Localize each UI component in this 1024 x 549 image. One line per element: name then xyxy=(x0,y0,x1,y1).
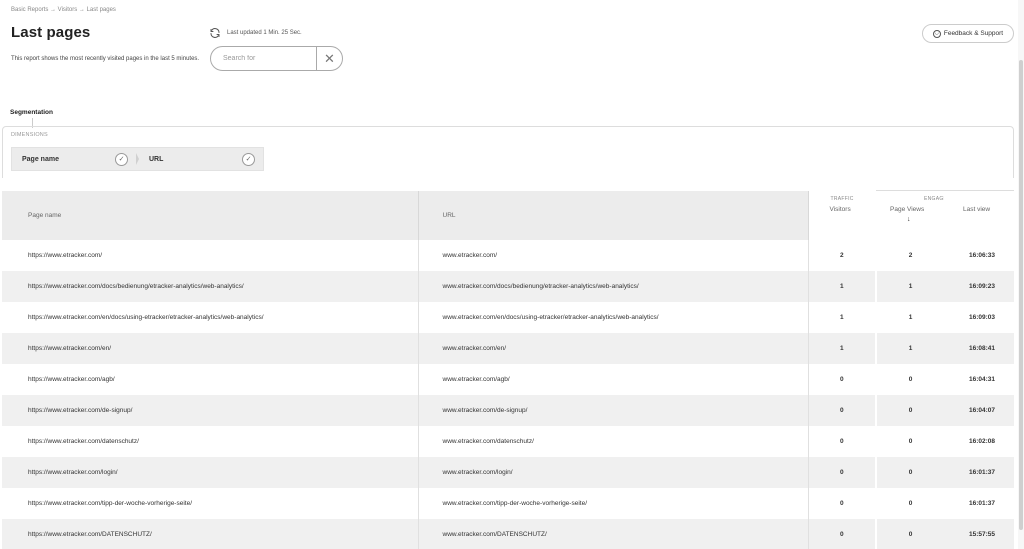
table-row[interactable]: https://www.etracker.com/en/www.etracker… xyxy=(2,332,1014,364)
table-row[interactable]: https://www.etracker.com/tipp-der-woche-… xyxy=(2,487,1014,519)
table-row[interactable]: https://www.etracker.com/www.etracker.co… xyxy=(2,239,1014,271)
url-cell: www.etracker.com/datenschutz/ xyxy=(418,425,809,457)
page-views-cell: 1 xyxy=(876,301,944,333)
breadcrumb[interactable]: Basic Reports → Visitors → Last pages xyxy=(11,7,116,13)
feedback-label: Feedback & Support xyxy=(943,30,1004,37)
table-row[interactable]: https://www.etracker.com/login/www.etrac… xyxy=(2,456,1014,488)
last-view-cell: 16:06:33 xyxy=(944,239,1014,271)
visitors-cell: 2 xyxy=(808,239,877,271)
page-name-cell: https://www.etracker.com/ xyxy=(2,239,419,271)
visitors-cell: 0 xyxy=(808,394,877,426)
page-views-cell: 0 xyxy=(876,518,944,549)
table-row[interactable]: https://www.etracker.com/agb/www.etracke… xyxy=(2,363,1014,395)
check-icon[interactable]: ✓ xyxy=(115,152,128,166)
page-views-cell: 2 xyxy=(876,239,944,271)
last-updated-text: Last updated 1 Min. 25 Sec. xyxy=(227,30,302,36)
page-views-cell: 0 xyxy=(876,394,944,426)
table-body: https://www.etracker.com/www.etracker.co… xyxy=(2,239,1014,549)
close-icon[interactable]: ✕ xyxy=(316,47,342,70)
table-row[interactable]: https://www.etracker.com/de-signup/www.e… xyxy=(2,394,1014,426)
table-row[interactable]: https://www.etracker.com/DATENSCHUTZ/www… xyxy=(2,518,1014,549)
dimension-chips: Page name ✓ URL ✓ xyxy=(11,147,264,171)
feedback-support-button[interactable]: ◡ Feedback & Support xyxy=(922,24,1014,43)
last-view-cell: 16:01:37 xyxy=(944,456,1014,488)
visitors-cell: 0 xyxy=(808,487,877,519)
page-name-cell: https://www.etracker.com/en/docs/using-e… xyxy=(2,301,419,333)
page-scrollbar[interactable] xyxy=(1018,0,1024,549)
scrollbar-thumb[interactable] xyxy=(1019,60,1023,530)
page-views-cell: 1 xyxy=(876,270,944,302)
last-view-cell: 15:57:55 xyxy=(944,518,1014,549)
page-title: Last pages xyxy=(11,24,91,41)
page-name-cell: https://www.etracker.com/docs/bedienung/… xyxy=(2,270,419,302)
check-icon[interactable]: ✓ xyxy=(242,152,255,166)
last-view-cell: 16:04:31 xyxy=(944,363,1014,395)
page-name-cell: https://www.etracker.com/datenschutz/ xyxy=(2,425,419,457)
page-views-cell: 0 xyxy=(876,487,944,519)
dimension-chip-page-name[interactable]: Page name ✓ xyxy=(12,148,136,170)
traffic-group-label: TRAFFIC xyxy=(830,195,854,202)
sort-descending-icon[interactable]: ↓ xyxy=(907,216,911,223)
page-views-cell: 0 xyxy=(876,363,944,395)
visitors-cell: 0 xyxy=(808,518,877,549)
page-description: This report shows the most recently visi… xyxy=(11,56,200,62)
dimensions-label: DIMENSIONS xyxy=(11,132,48,138)
last-view-cell: 16:09:23 xyxy=(944,270,1014,302)
smile-icon: ◡ xyxy=(932,29,941,38)
page-name-cell: https://www.etracker.com/DATENSCHUTZ/ xyxy=(2,518,419,549)
url-cell: www.etracker.com/en/docs/using-etracker/… xyxy=(418,301,809,333)
column-header-url[interactable]: URL xyxy=(418,190,809,240)
page-name-cell: https://www.etracker.com/en/ xyxy=(2,332,419,364)
visitors-header-label: Visitors xyxy=(829,205,851,213)
table-row[interactable]: https://www.etracker.com/docs/bedienung/… xyxy=(2,270,1014,302)
url-cell: www.etracker.com/tipp-der-woche-vorherig… xyxy=(418,487,809,519)
search-input[interactable] xyxy=(211,47,316,70)
url-cell: www.etracker.com/en/ xyxy=(418,332,809,364)
page-views-cell: 0 xyxy=(876,425,944,457)
column-header-last-view[interactable]: Last view xyxy=(944,190,1014,240)
last-pages-table: Page name URL TRAFFIC Visitors ENGAGEMEN… xyxy=(2,190,1014,549)
last-view-cell: 16:01:37 xyxy=(944,487,1014,519)
last-view-header-label: Last view xyxy=(963,206,991,213)
dimension-chip-label: Page name xyxy=(22,155,59,163)
last-view-cell: 16:08:41 xyxy=(944,332,1014,364)
visitors-cell: 0 xyxy=(808,363,877,395)
dimension-chip-url[interactable]: URL ✓ xyxy=(139,148,263,170)
page-name-cell: https://www.etracker.com/agb/ xyxy=(2,363,419,395)
last-view-cell: 16:04:07 xyxy=(944,394,1014,426)
page-views-cell: 0 xyxy=(876,456,944,488)
visitors-cell: 0 xyxy=(808,425,877,457)
table-row[interactable]: https://www.etracker.com/en/docs/using-e… xyxy=(2,301,1014,333)
visitors-cell: 1 xyxy=(808,301,877,333)
visitors-cell: 1 xyxy=(808,332,877,364)
url-cell: www.etracker.com/docs/bedienung/etracker… xyxy=(418,270,809,302)
page-views-header-label: Page Views xyxy=(890,206,925,213)
last-updated-indicator: Last updated 1 Min. 25 Sec. xyxy=(209,27,302,39)
page-name-cell: https://www.etracker.com/login/ xyxy=(2,456,419,488)
last-view-cell: 16:09:03 xyxy=(944,301,1014,333)
segmentation-heading: Segmentation xyxy=(10,109,53,116)
page-name-cell: https://www.etracker.com/de-signup/ xyxy=(2,394,419,426)
table-header-row: Page name URL TRAFFIC Visitors ENGAGEMEN… xyxy=(2,190,1014,240)
column-header-page-views[interactable]: ENGAGEMENT Page Views ↓ xyxy=(876,190,962,240)
page-views-cell: 1 xyxy=(876,332,944,364)
visitors-cell: 1 xyxy=(808,270,877,302)
column-header-page-name[interactable]: Page name xyxy=(2,190,419,240)
table-row[interactable]: https://www.etracker.com/datenschutz/www… xyxy=(2,425,1014,457)
url-cell: www.etracker.com/login/ xyxy=(418,456,809,488)
url-cell: www.etracker.com/agb/ xyxy=(418,363,809,395)
visitors-cell: 0 xyxy=(808,456,877,488)
last-view-cell: 16:02:08 xyxy=(944,425,1014,457)
dimension-chip-label: URL xyxy=(149,155,164,163)
url-cell: www.etracker.com/de-signup/ xyxy=(418,394,809,426)
search-box: ✕ xyxy=(210,46,343,71)
dimensions-panel: DIMENSIONS Page name ✓ URL ✓ xyxy=(2,126,1014,178)
url-cell: www.etracker.com/ xyxy=(418,239,809,271)
column-header-visitors[interactable]: TRAFFIC Visitors xyxy=(808,190,876,240)
url-cell: www.etracker.com/DATENSCHUTZ/ xyxy=(418,518,809,549)
page-name-cell: https://www.etracker.com/tipp-der-woche-… xyxy=(2,487,419,519)
refresh-icon[interactable] xyxy=(209,27,221,39)
